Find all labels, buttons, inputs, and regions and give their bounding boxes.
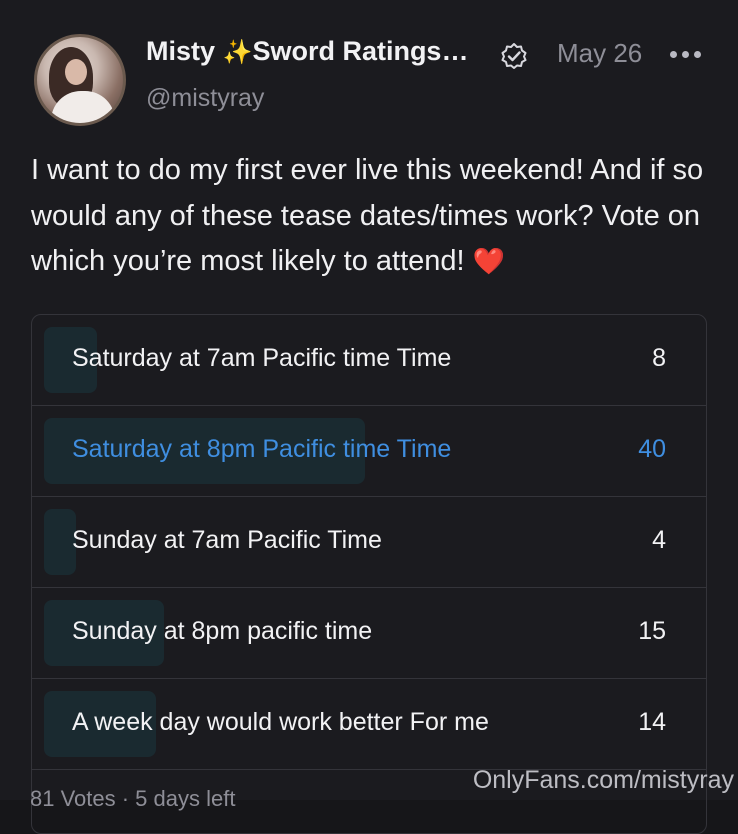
author-name-rest: Sword Ratings… — [252, 36, 469, 66]
heart-icon: ❤️ — [472, 246, 506, 276]
poll-option[interactable]: Saturday at 7am Pacific time Time 8 — [32, 315, 706, 406]
watermark: OnlyFans.com/mistyray — [472, 766, 734, 794]
poll-option-label: A week day would work better For me — [72, 708, 489, 736]
author-name[interactable]: Misty ✨Sword Ratings… — [146, 36, 468, 67]
poll-option-count: 4 — [652, 526, 666, 554]
post-text: I want to do my first ever live this wee… — [31, 148, 711, 285]
poll-option-label: Saturday at 8pm Pacific time Time — [72, 435, 452, 463]
poll-option-label: Saturday at 7am Pacific time Time — [72, 344, 452, 372]
author-name-first: Misty — [146, 36, 216, 66]
author-handle[interactable]: @mistyray — [146, 84, 264, 113]
poll-option-count: 8 — [652, 344, 666, 372]
poll-option-count: 14 — [638, 708, 666, 736]
poll-option-count: 15 — [638, 617, 666, 645]
poll-option-label: Sunday at 7am Pacific Time — [72, 526, 382, 554]
avatar[interactable] — [34, 34, 126, 126]
post-date: May 26 — [557, 38, 643, 68]
avatar-face — [65, 59, 87, 85]
post-body: I want to do my first ever live this wee… — [31, 154, 704, 277]
poll-option-label: Sunday at 8pm pacific time — [72, 617, 373, 645]
poll-option[interactable]: A week day would work better For me 14 — [32, 679, 706, 770]
more-options-icon[interactable] — [670, 44, 706, 64]
poll-option[interactable]: Sunday at 7am Pacific Time 4 — [32, 497, 706, 588]
poll-footer: 81 Votes · 5 days left — [30, 786, 236, 811]
post-card: Misty ✨Sword Ratings… May 26 @mistyray I… — [0, 0, 738, 834]
poll-option[interactable]: Sunday at 8pm pacific time 15 — [32, 588, 706, 679]
poll-option[interactable]: Saturday at 8pm Pacific time Time 40 — [32, 406, 706, 497]
poll: Saturday at 7am Pacific time Time 8 Saturd… — [31, 314, 707, 834]
sparkle-icon: ✨ — [222, 39, 253, 66]
verified-badge-icon — [501, 43, 527, 69]
poll-option-count: 40 — [638, 435, 666, 463]
